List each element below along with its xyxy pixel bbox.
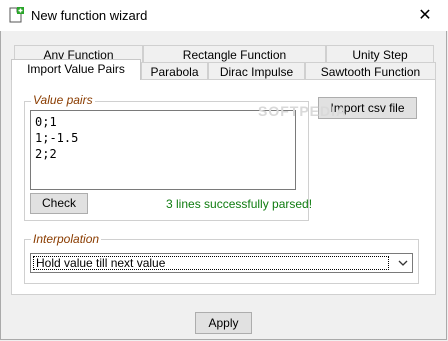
chevron-down-icon [398, 260, 408, 266]
interpolation-select[interactable]: Hold value till next value [30, 253, 413, 273]
interpolation-selected-value: Hold value till next value [33, 256, 389, 270]
title-bar: New function wizard ✕ [0, 0, 448, 31]
value-pairs-textarea[interactable]: 0;1 1;-1.5 2;2 [30, 110, 296, 190]
interpolation-legend: Interpolation [31, 232, 102, 246]
tab-rectangle-function[interactable]: Rectangle Function [143, 45, 326, 63]
tab-sawtooth-function[interactable]: Sawtooth Function [305, 62, 436, 80]
tab-unity-step[interactable]: Unity Step [326, 45, 434, 63]
value-pairs-legend: Value pairs [31, 93, 95, 107]
document-plus-icon [9, 7, 24, 23]
parse-status: 3 lines successfully parsed! [166, 197, 313, 211]
value-line: 0;1 [35, 115, 57, 129]
check-button[interactable]: Check [30, 193, 88, 214]
apply-button[interactable]: Apply [195, 312, 252, 334]
tab-dirac-impulse[interactable]: Dirac Impulse [208, 62, 305, 80]
value-line: 1;-1.5 [35, 131, 79, 145]
window-title: New function wizard [31, 8, 148, 23]
close-icon[interactable]: ✕ [402, 0, 448, 31]
watermark: SOFTPEDIA [258, 103, 348, 119]
tab-parabola[interactable]: Parabola [141, 62, 208, 80]
value-line: 2;2 [35, 147, 57, 161]
tab-import-value-pairs[interactable]: Import Value Pairs [11, 59, 141, 80]
